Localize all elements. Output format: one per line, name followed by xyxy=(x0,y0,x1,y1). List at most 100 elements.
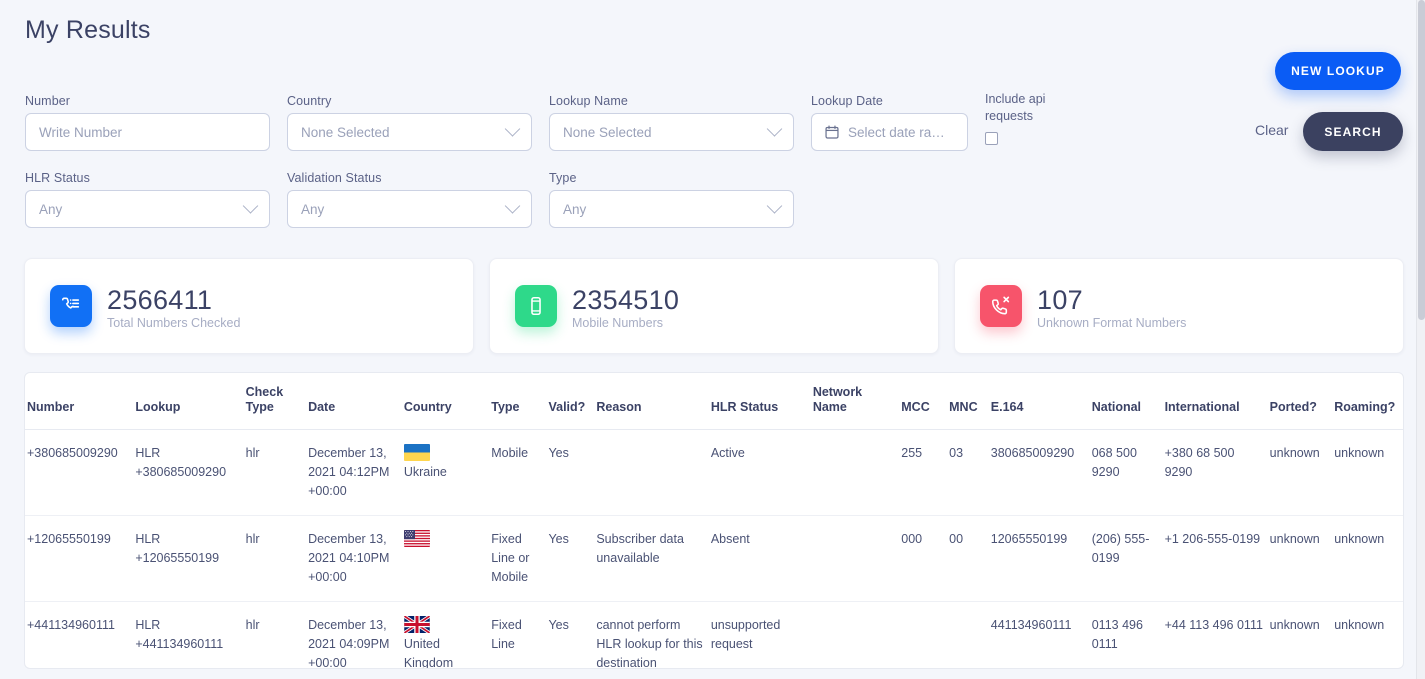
stat-card-total-numbers: 2566411 Total Numbers Checked xyxy=(24,258,474,354)
include-api-requests-group: Include api requests xyxy=(985,91,1077,145)
lookup-date-input[interactable]: Select date ra… xyxy=(811,113,968,151)
lookup-name-label: Lookup Name xyxy=(549,94,628,108)
stat-value: 107 xyxy=(1037,284,1083,315)
hlr-status-select[interactable]: Any xyxy=(25,190,270,228)
hlr-status-label: HLR Status xyxy=(25,171,90,185)
cell-check-type: hlr xyxy=(245,601,309,668)
usa-flag-icon xyxy=(403,529,430,547)
calendar-icon xyxy=(825,125,839,139)
country-label: Country xyxy=(287,94,332,108)
cell-roaming: unknown xyxy=(1334,429,1403,516)
number-label: Number xyxy=(25,94,71,108)
page-scrollbar[interactable] xyxy=(1416,0,1425,679)
cell-network-name xyxy=(812,515,902,602)
table-row[interactable]: +441134960111 HLR +441134960111 hlr Dece… xyxy=(25,601,1403,669)
lookup-date-label: Lookup Date xyxy=(811,94,883,108)
chevron-down-icon xyxy=(242,198,259,214)
country-value: None Selected xyxy=(301,124,390,140)
field-hlr-status: HLR Status Any xyxy=(25,171,270,228)
col-type: Type xyxy=(491,373,549,430)
lookup-date-placeholder: Select date ra… xyxy=(848,124,945,140)
cell-number: +12065550199 xyxy=(25,515,136,602)
lookup-number: +441134960111 xyxy=(135,636,224,651)
results-page: My Results Number Write Number Country N… xyxy=(0,0,1416,679)
col-reason: Reason xyxy=(596,373,711,430)
filter-bar: Number Write Number Country None Selecte… xyxy=(0,88,1416,238)
cell-lookup: HLR +441134960111 xyxy=(135,601,246,668)
mobile-phone-icon xyxy=(515,285,557,327)
cell-check-type: hlr xyxy=(245,515,309,602)
cell-type: Mobile xyxy=(491,429,549,516)
scrollbar-thumb[interactable] xyxy=(1418,0,1425,320)
cell-reason: Subscriber data unavailable xyxy=(596,515,711,602)
cell-mnc xyxy=(949,601,991,668)
field-number: Number Write Number xyxy=(25,94,270,151)
lookup-name-select[interactable]: None Selected xyxy=(549,113,794,151)
page-title: My Results xyxy=(25,16,151,44)
country-name: Ukraine xyxy=(403,464,447,479)
chevron-down-icon xyxy=(504,198,521,214)
number-placeholder: Write Number xyxy=(39,124,123,140)
col-lookup: Lookup xyxy=(135,373,246,430)
table-row[interactable]: +12065550199 HLR +12065550199 hlr Decemb… xyxy=(25,515,1403,602)
cell-mcc xyxy=(901,601,950,668)
validation-status-select[interactable]: Any xyxy=(287,190,532,228)
phone-missed-icon xyxy=(980,285,1022,327)
cell-e164: 12065550199 xyxy=(990,515,1092,602)
cell-national: 0113 496 0111 xyxy=(1091,601,1165,668)
col-ported: Ported? xyxy=(1269,373,1335,430)
lookup-type: HLR xyxy=(135,531,161,546)
cell-mcc: 255 xyxy=(901,429,950,516)
cell-roaming: unknown xyxy=(1334,601,1403,668)
stat-label: Mobile Numbers xyxy=(572,315,664,330)
new-lookup-button[interactable]: NEW LOOKUP xyxy=(1275,52,1401,90)
lookup-number: +380685009290 xyxy=(135,464,227,479)
cell-country: United Kingdom xyxy=(403,601,492,669)
cell-mnc: 00 xyxy=(949,515,991,602)
cell-ported: unknown xyxy=(1269,515,1335,602)
search-button[interactable]: SEARCH xyxy=(1303,112,1403,151)
field-lookup-name: Lookup Name None Selected xyxy=(549,94,794,151)
lookup-type: HLR xyxy=(135,617,161,632)
cell-check-type: hlr xyxy=(245,429,309,516)
include-api-checkbox[interactable] xyxy=(985,132,998,145)
table-header-row: Number Lookup Check Type Date Country Ty… xyxy=(25,373,1403,430)
country-select[interactable]: None Selected xyxy=(287,113,532,151)
stat-value: 2566411 xyxy=(107,284,213,315)
lookup-name-value: None Selected xyxy=(563,124,652,140)
country-name: United Kingdom xyxy=(403,636,454,669)
hlr-status-value: Any xyxy=(39,201,63,217)
lookup-number: +12065550199 xyxy=(135,550,220,565)
cell-national: (206) 555-0199 xyxy=(1091,515,1165,602)
cell-date: December 13, 2021 04:10PM +00:00 xyxy=(308,515,404,602)
number-input[interactable]: Write Number xyxy=(25,113,270,151)
cell-network-name xyxy=(812,429,902,516)
cell-country: Ukraine xyxy=(403,429,492,516)
cell-e164: 380685009290 xyxy=(990,429,1092,516)
cell-lookup: HLR +380685009290 xyxy=(135,429,246,516)
cell-international: +1 206-555-0199 xyxy=(1164,515,1270,602)
cell-reason xyxy=(596,429,711,516)
col-network-name: Network Name xyxy=(812,373,902,430)
cell-hlr-status: unsupported request xyxy=(710,601,813,668)
col-number: Number xyxy=(25,373,136,430)
validation-status-value: Any xyxy=(301,201,325,217)
type-label: Type xyxy=(549,171,577,185)
table-row[interactable]: +380685009290 HLR +380685009290 hlr Dece… xyxy=(25,429,1403,516)
type-select[interactable]: Any xyxy=(549,190,794,228)
cell-number: +380685009290 xyxy=(25,429,136,516)
clear-button[interactable]: Clear xyxy=(1255,122,1288,138)
chevron-down-icon xyxy=(766,198,783,214)
results-table-card: Number Lookup Check Type Date Country Ty… xyxy=(24,372,1404,669)
col-check-type: Check Type xyxy=(245,373,309,430)
stat-label: Unknown Format Numbers xyxy=(1037,315,1187,330)
type-value: Any xyxy=(563,201,587,217)
lookup-type: HLR xyxy=(135,445,161,460)
cell-valid: Yes xyxy=(548,429,597,516)
col-mcc: MCC xyxy=(901,373,950,430)
col-hlr-status: HLR Status xyxy=(710,373,813,430)
cell-international: +44 113 496 0111 xyxy=(1164,601,1270,668)
stat-cards: 2566411 Total Numbers Checked 2354510 Mo… xyxy=(24,258,1404,354)
cell-date: December 13, 2021 04:09PM +00:00 xyxy=(308,601,404,668)
cell-international: +380 68 500 9290 xyxy=(1164,429,1270,516)
